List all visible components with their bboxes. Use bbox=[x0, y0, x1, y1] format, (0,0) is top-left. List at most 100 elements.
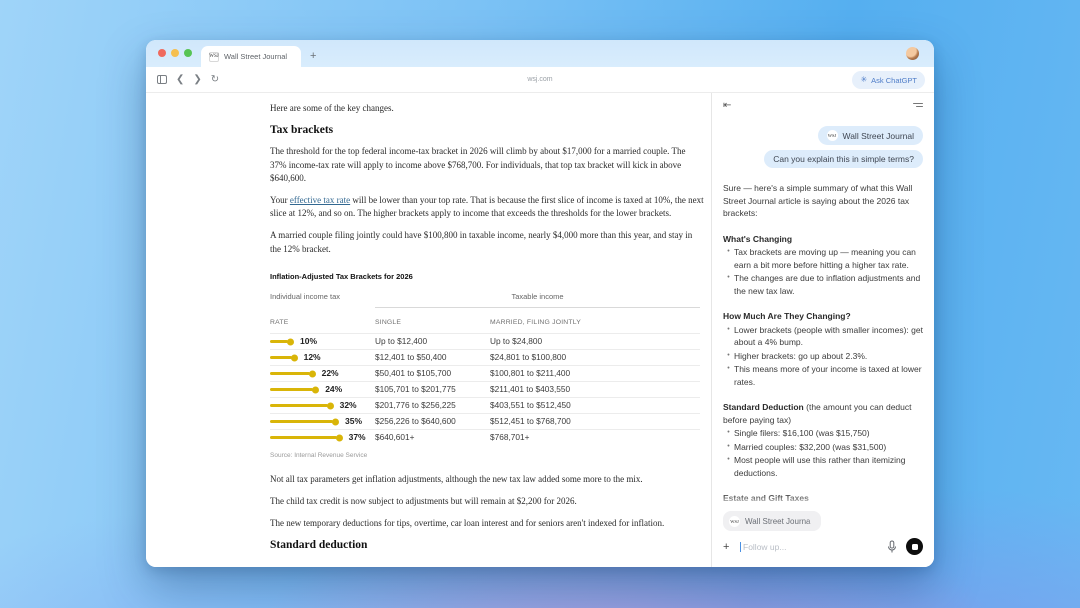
article-paragraph: The threshold for the top federal income… bbox=[270, 145, 704, 185]
table-source: Source: Internal Revenue Service bbox=[270, 449, 700, 462]
wsj-favicon-icon: WSJ bbox=[209, 52, 219, 62]
menu-icon[interactable] bbox=[913, 101, 923, 110]
bullet-item: •Married couples: $32,200 (was $31,500) bbox=[723, 441, 923, 454]
wsj-favicon-icon: WSJ bbox=[827, 130, 838, 141]
browser-window: WSJ Wall Street Journal + ❮︎ ❯︎ ↻ wsj.co… bbox=[146, 40, 934, 567]
rate-bar bbox=[270, 436, 337, 439]
sidebar-toggle-icon[interactable] bbox=[157, 75, 167, 84]
forward-icon[interactable]: ❯︎ bbox=[193, 75, 201, 85]
back-icon[interactable]: ❮︎ bbox=[176, 75, 184, 85]
table-subhead-right: Taxable income bbox=[375, 290, 700, 308]
zoom-window-button[interactable] bbox=[184, 49, 192, 57]
window-controls bbox=[158, 49, 192, 57]
rate-bar bbox=[270, 356, 292, 359]
tax-table-rows: 10% Up to $12,400Up to $24,80012%$12,401 … bbox=[270, 333, 700, 445]
married-cell: $403,551 to $512,450 bbox=[490, 399, 700, 412]
tax-brackets-table: Inflation-Adjusted Tax Brackets for 2026… bbox=[270, 270, 700, 463]
article-pane: Here are some of the key changes. Tax br… bbox=[146, 93, 711, 567]
married-cell: $211,401 to $403,550 bbox=[490, 383, 700, 396]
table-subhead-left: Individual income tax bbox=[270, 290, 375, 308]
single-cell: $640,601+ bbox=[375, 431, 490, 444]
reload-icon[interactable]: ↻ bbox=[211, 75, 219, 85]
tab-wall-street-journal[interactable]: WSJ Wall Street Journal bbox=[201, 46, 301, 67]
user-attachment-chip[interactable]: WSJ Wall Street Journal bbox=[818, 126, 924, 145]
ask-chatgpt-label: Ask ChatGPT bbox=[871, 76, 917, 85]
single-cell: $201,776 to $256,225 bbox=[375, 399, 490, 412]
assistant-message: Sure — here's a simple summary of what t… bbox=[723, 182, 923, 509]
column-header-married: MARRIED, FILING JOINTLY bbox=[490, 316, 700, 329]
microphone-icon[interactable] bbox=[886, 540, 898, 554]
heading-tax-brackets: Tax brackets bbox=[270, 124, 704, 137]
assistant-section: How Much Are They Changing?•Lower bracke… bbox=[723, 310, 923, 388]
wsj-favicon-icon: WSJ bbox=[729, 516, 740, 527]
ask-chatgpt-button[interactable]: ✳ Ask ChatGPT bbox=[852, 71, 925, 89]
table-row: 32% $201,776 to $256,225$403,551 to $512,… bbox=[270, 397, 700, 413]
stop-button[interactable] bbox=[906, 538, 923, 555]
rate-bar bbox=[270, 420, 333, 423]
married-cell: $768,701+ bbox=[490, 431, 700, 444]
single-cell: $12,401 to $50,400 bbox=[375, 351, 490, 364]
rate-label: 35% bbox=[345, 415, 362, 428]
table-row: 10% Up to $12,400Up to $24,800 bbox=[270, 333, 700, 349]
bullet-item: •This means more of your income is taxed… bbox=[723, 363, 923, 388]
bullet-item: •Most people will use this rather than i… bbox=[723, 454, 923, 479]
article-paragraph: Not all tax parameters get inflation adj… bbox=[270, 473, 704, 486]
attachment-label: Wall Street Journal bbox=[843, 131, 915, 141]
assistant-sections: What's Changing•Tax brackets are moving … bbox=[723, 233, 923, 510]
married-cell: Up to $24,800 bbox=[490, 335, 700, 348]
article-paragraph: The child tax credit is now subject to a… bbox=[270, 495, 704, 508]
bullet-item: •Single filers: $16,100 (was $15,750) bbox=[723, 427, 923, 440]
bullet-item: •Tax brackets are moving up — meaning yo… bbox=[723, 246, 923, 271]
rate-label: 32% bbox=[340, 399, 357, 412]
chatgpt-logo-icon: ✳ bbox=[860, 76, 867, 84]
address-bar[interactable]: wsj.com bbox=[146, 76, 934, 83]
effective-tax-rate-link[interactable]: effective tax rate bbox=[290, 195, 350, 205]
article-paragraph: Your effective tax rate will be lower th… bbox=[270, 194, 704, 220]
married-cell: $100,801 to $211,400 bbox=[490, 367, 700, 380]
single-cell: Up to $12,400 bbox=[375, 335, 490, 348]
rate-label: 24% bbox=[325, 383, 342, 396]
composer-attachment-label: Wall Street Journa bbox=[745, 517, 811, 526]
table-row: 12%$12,401 to $50,400$24,801 to $100,800 bbox=[270, 349, 700, 365]
composer-attachment-chip[interactable]: WSJ Wall Street Journa bbox=[723, 511, 821, 531]
column-header-single: SINGLE bbox=[375, 316, 490, 329]
rate-label: 10% bbox=[300, 335, 317, 348]
table-row: 37%$640,601+$768,701+ bbox=[270, 429, 700, 445]
single-cell: $256,226 to $640,600 bbox=[375, 415, 490, 428]
followup-input[interactable]: Follow up... bbox=[740, 542, 886, 552]
add-attachment-button[interactable]: + bbox=[723, 541, 737, 553]
profile-avatar[interactable] bbox=[906, 47, 919, 60]
tab-bar: WSJ Wall Street Journal + bbox=[146, 40, 934, 67]
single-cell: $50,401 to $105,700 bbox=[375, 367, 490, 380]
assistant-section: Standard Deduction (the amount you can d… bbox=[723, 401, 923, 479]
column-header-rate: RATE bbox=[270, 316, 375, 329]
article-intro: Here are some of the key changes. bbox=[270, 102, 704, 115]
table-row: 22%$50,401 to $105,700$100,801 to $211,4… bbox=[270, 365, 700, 381]
article-paragraph: A married couple filing jointly could ha… bbox=[270, 229, 704, 255]
user-message-bubble: Can you explain this in simple terms? bbox=[764, 150, 923, 168]
rate-bar bbox=[270, 388, 313, 391]
minimize-window-button[interactable] bbox=[171, 49, 179, 57]
collapse-sidebar-icon[interactable]: ⇤ bbox=[723, 100, 731, 111]
bullet-item: •Lower brackets (people with smaller inc… bbox=[723, 324, 923, 349]
composer: WSJ Wall Street Journa + Follow up... bbox=[712, 509, 934, 567]
assistant-section: What's Changing•Tax brackets are moving … bbox=[723, 233, 923, 298]
single-cell: $105,701 to $201,775 bbox=[375, 383, 490, 396]
chatgpt-sidebar: ⇤ WSJ Wall Street Journal Can you explai… bbox=[712, 93, 934, 567]
rate-bar bbox=[270, 404, 328, 407]
text-caret bbox=[740, 542, 741, 552]
assistant-section: Estate and Gift Taxes•Estate tax exclusi… bbox=[723, 492, 923, 509]
married-cell: $512,451 to $768,700 bbox=[490, 415, 700, 428]
assistant-intro: Sure — here's a simple summary of what t… bbox=[723, 182, 923, 220]
new-tab-button[interactable]: + bbox=[310, 46, 316, 67]
rate-bar bbox=[270, 372, 310, 375]
table-title: Inflation-Adjusted Tax Brackets for 2026 bbox=[270, 270, 700, 283]
chat-thread: WSJ Wall Street Journal Can you explain … bbox=[712, 117, 934, 509]
married-cell: $24,801 to $100,800 bbox=[490, 351, 700, 364]
input-placeholder: Follow up... bbox=[743, 542, 786, 552]
tab-title: Wall Street Journal bbox=[224, 52, 287, 61]
bullet-item: •The changes are due to inflation adjust… bbox=[723, 272, 923, 297]
rate-bar bbox=[270, 340, 288, 343]
article-paragraph: The new temporary deductions for tips, o… bbox=[270, 517, 704, 530]
close-window-button[interactable] bbox=[158, 49, 166, 57]
